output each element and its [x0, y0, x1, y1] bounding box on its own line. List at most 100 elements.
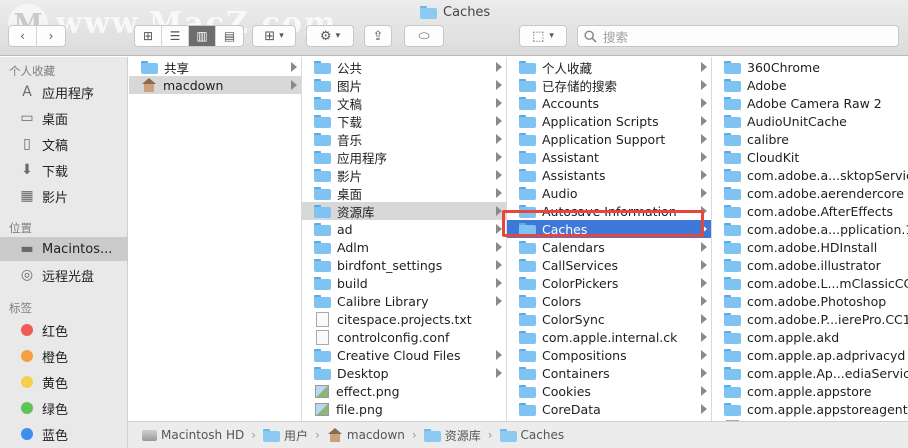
list-item[interactable]: com.adobe.L...mClassicCC7 — [712, 274, 908, 292]
list-item[interactable]: Autosave Information — [507, 202, 711, 220]
list-item[interactable]: 应用程序 — [302, 148, 506, 166]
list-item[interactable]: Containers — [507, 364, 711, 382]
toolbar: M www.MacZ.com Caches ‹ › ⊞ ☰ ▥ ▤ ⊞ ▾ ⚙ … — [0, 0, 908, 56]
list-item[interactable]: com.adobe.P...ierePro.CC13 — [712, 310, 908, 328]
list-item[interactable]: com.apple.appstoreagent — [712, 400, 908, 418]
sidebar-tag-orange[interactable]: 橙色 — [0, 344, 128, 368]
item-label: macdown — [163, 77, 224, 93]
list-item[interactable]: 下载 — [302, 112, 506, 130]
list-item[interactable]: com.apple.ap.adprivacyd — [712, 346, 908, 364]
list-item[interactable]: 文稿 — [302, 94, 506, 112]
list-item[interactable]: Audio — [507, 184, 711, 202]
list-item[interactable]: 公共 — [302, 58, 506, 76]
item-label: 应用程序 — [337, 150, 388, 166]
list-item[interactable]: com.adobe.a...sktopService — [712, 166, 908, 184]
sidebar-item-applications[interactable]: A 应用程序 — [0, 80, 128, 104]
list-item[interactable]: Application Support — [507, 130, 711, 148]
sidebar-item-desktop[interactable]: ▭ 桌面 — [0, 106, 128, 130]
chevron-down-icon: ▾ — [279, 31, 284, 41]
list-item[interactable]: com.apple.Ap...ediaServices — [712, 364, 908, 382]
sidebar-tag-blue[interactable]: 蓝色 — [0, 422, 128, 446]
search-field[interactable]: 搜索 — [577, 25, 899, 47]
list-item[interactable]: com.adobe.AfterEffects — [712, 202, 908, 220]
list-item[interactable]: com.apple.appstore — [712, 382, 908, 400]
list-item[interactable]: com.apple.internal.ck — [507, 328, 711, 346]
sidebar-item-documents[interactable]: ▯ 文稿 — [0, 132, 128, 156]
disclosure-arrow-icon — [496, 80, 502, 90]
sidebar-item-movies[interactable]: ▦ 影片 — [0, 184, 128, 208]
list-item[interactable]: birdfont_settings — [302, 256, 506, 274]
gallery-view-button[interactable]: ▤ — [216, 26, 243, 46]
sidebar-tag-green[interactable]: 绿色 — [0, 396, 128, 420]
list-item[interactable]: com.adobe.aerendercore — [712, 184, 908, 202]
list-item[interactable]: com.apple.akd — [712, 328, 908, 346]
forward-button[interactable]: › — [37, 26, 65, 46]
back-button[interactable]: ‹ — [9, 26, 37, 46]
group-button[interactable]: ⊞ ▾ — [252, 25, 296, 47]
list-item[interactable]: ColorSync — [507, 310, 711, 328]
dropbox-button[interactable]: ⬚ ▾ — [519, 25, 567, 47]
list-item[interactable]: AudioUnitCache — [712, 112, 908, 130]
list-item[interactable]: 已存储的搜索 — [507, 76, 711, 94]
icon-view-button[interactable]: ⊞ — [135, 26, 162, 46]
list-item[interactable]: calibre — [712, 130, 908, 148]
list-item[interactable]: CloudKit — [712, 148, 908, 166]
list-item[interactable]: controlconfig.conf — [302, 328, 506, 346]
list-item[interactable]: Desktop — [302, 364, 506, 382]
column-view-button[interactable]: ▥ — [189, 26, 216, 46]
list-view-button[interactable]: ☰ — [162, 26, 189, 46]
list-item[interactable]: Calibre Library — [302, 292, 506, 310]
path-item[interactable]: Caches — [521, 428, 565, 442]
list-item[interactable]: Adlm — [302, 238, 506, 256]
list-item[interactable]: Adobe Camera Raw 2 — [712, 94, 908, 112]
path-item[interactable]: 资源库 — [445, 427, 481, 444]
list-item[interactable]: Application Scripts — [507, 112, 711, 130]
list-item[interactable]: ad — [302, 220, 506, 238]
path-item[interactable]: macdown — [347, 428, 405, 442]
list-item[interactable]: 图片 — [302, 76, 506, 94]
list-item[interactable]: 共享 — [129, 58, 301, 76]
share-button[interactable]: ⇪ — [364, 25, 392, 47]
list-item[interactable]: com.adobe.Photoshop — [712, 292, 908, 310]
list-item[interactable]: com.adobe.illustrator — [712, 256, 908, 274]
list-item[interactable]: Compositions — [507, 346, 711, 364]
list-item[interactable]: Cookies — [507, 382, 711, 400]
list-item[interactable]: effect.png — [302, 382, 506, 400]
list-item[interactable]: citespace.projects.txt — [302, 310, 506, 328]
disclosure-arrow-icon — [701, 278, 707, 288]
list-item[interactable]: CoreData — [507, 400, 711, 418]
sidebar-tag-red[interactable]: 红色 — [0, 318, 128, 342]
list-item[interactable]: Creative Cloud Files — [302, 346, 506, 364]
list-item[interactable]: CallServices — [507, 256, 711, 274]
list-item[interactable]: 桌面 — [302, 184, 506, 202]
list-item[interactable]: com.adobe.a...pplication.14 — [712, 220, 908, 238]
list-item[interactable]: macdown — [129, 76, 301, 94]
action-button[interactable]: ⚙ ▾ — [306, 25, 354, 47]
list-item[interactable]: Caches — [507, 220, 711, 238]
list-item[interactable]: com.adobe.HDInstall — [712, 238, 908, 256]
sidebar-item-macintosh-hd[interactable]: ▬ Macintos... — [0, 237, 128, 261]
list-item[interactable]: 个人收藏 — [507, 58, 711, 76]
path-item[interactable]: Macintosh HD — [161, 428, 244, 442]
list-item[interactable]: 资源库 — [302, 202, 506, 220]
sidebar-item-downloads[interactable]: ⬇ 下载 — [0, 158, 128, 182]
list-item[interactable]: file.png — [302, 400, 506, 418]
list-item[interactable]: 音乐 — [302, 130, 506, 148]
list-item[interactable]: 360Chrome — [712, 58, 908, 76]
list-item[interactable]: Accounts — [507, 94, 711, 112]
item-label: com.apple.appstore — [747, 383, 872, 399]
list-item[interactable]: Assistants — [507, 166, 711, 184]
list-item[interactable]: Colors — [507, 292, 711, 310]
list-item[interactable]: ColorPickers — [507, 274, 711, 292]
sidebar-item-label: 下载 — [42, 164, 69, 180]
list-item[interactable]: build — [302, 274, 506, 292]
sidebar-tag-yellow[interactable]: 黄色 — [0, 370, 128, 394]
list-item[interactable]: Calendars — [507, 238, 711, 256]
path-item[interactable]: 用户 — [284, 427, 308, 444]
sidebar-item-remote-disc[interactable]: ◎ 远程光盘 — [0, 263, 128, 287]
tag-button[interactable]: ⬭ — [404, 25, 444, 47]
list-item[interactable]: 影片 — [302, 166, 506, 184]
disclosure-arrow-icon — [701, 62, 707, 72]
list-item[interactable]: Assistant — [507, 148, 711, 166]
list-item[interactable]: Adobe — [712, 76, 908, 94]
